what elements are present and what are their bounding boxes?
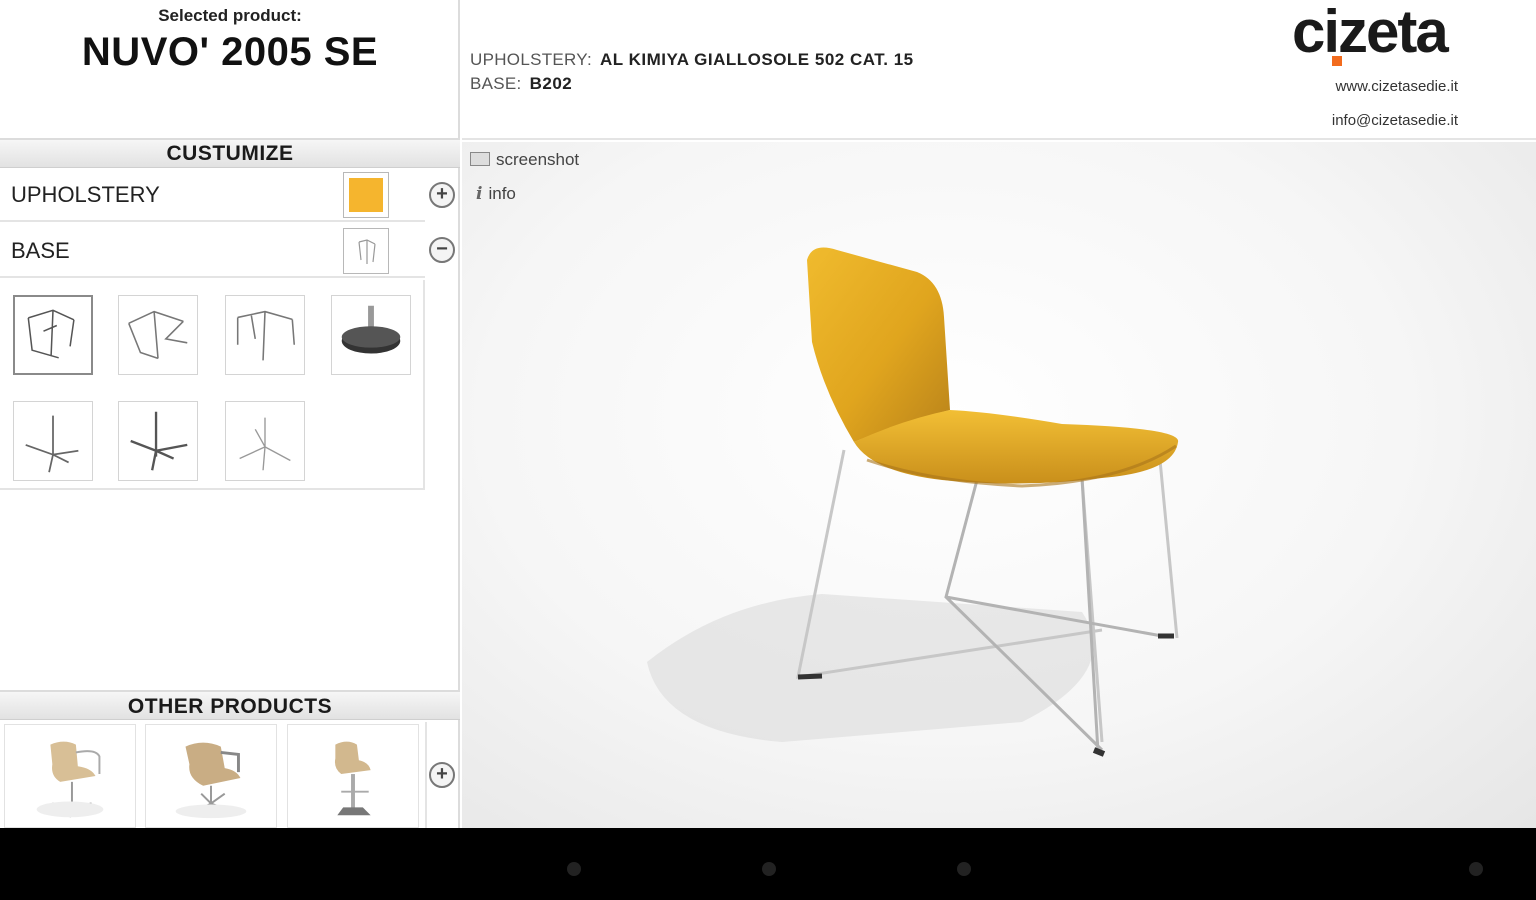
base-spec-key: BASE: xyxy=(470,74,522,93)
customize-header: CUSTUMIZE xyxy=(0,140,460,168)
base-variant-grid xyxy=(0,280,425,490)
armchair-swivel-icon[interactable] xyxy=(4,724,136,828)
sled-base-angled-icon[interactable] xyxy=(118,295,198,375)
selected-product-label: Selected product: xyxy=(158,6,302,25)
cizeta-logo: cizeta xyxy=(1292,0,1451,66)
other-products-header: OTHER PRODUCTS xyxy=(0,690,460,720)
four-leg-base-icon[interactable] xyxy=(225,295,305,375)
info-label: info xyxy=(488,184,516,203)
base-collapse-button[interactable]: − xyxy=(429,237,455,263)
info-icon: i xyxy=(476,184,483,204)
star-base-icon[interactable] xyxy=(13,401,93,481)
home-nav-icon[interactable] xyxy=(762,862,776,876)
upholstery-spec-key: UPHOLSTERY: xyxy=(470,50,593,69)
email-link[interactable]: info@cizetasedie.it xyxy=(1332,112,1458,129)
base-spec: BASE: B202 xyxy=(470,74,572,94)
upholstery-spec-value: AL KIMIYA GIALLOSOLE 502 CAT. 15 xyxy=(600,50,914,69)
back-nav-icon[interactable] xyxy=(567,862,581,876)
pedestal-disc-base-icon[interactable] xyxy=(331,295,411,375)
upholstery-spec: UPHOLSTERY: AL KIMIYA GIALLOSOLE 502 CAT.… xyxy=(470,50,914,70)
upholstery-swatch[interactable] xyxy=(343,172,389,218)
screenshot-label: screenshot xyxy=(496,150,580,169)
website-link[interactable]: www.cizetasedie.it xyxy=(1335,78,1458,95)
tripod-star-base-icon[interactable] xyxy=(225,401,305,481)
other-products-more-button[interactable]: + xyxy=(429,762,455,788)
base-label: BASE xyxy=(11,238,70,263)
upholstery-expand-button[interactable]: + xyxy=(429,182,455,208)
configurator-panel: Selected product: NUVO' 2005 SE CUSTUMIZ… xyxy=(0,0,460,828)
upholstery-color-fill xyxy=(349,178,383,212)
bar-stool-icon[interactable] xyxy=(287,724,419,828)
system-navigation-bar xyxy=(0,828,1536,900)
product-header: Selected product: NUVO' 2005 SE xyxy=(0,0,460,140)
upholstery-label: UPHOLSTERY xyxy=(11,182,160,207)
product-3d-viewer[interactable]: screenshot i info xyxy=(462,142,1536,828)
others-divider xyxy=(425,722,427,828)
svg-text:cizeta: cizeta xyxy=(1292,0,1449,65)
star-base-column-icon[interactable] xyxy=(118,401,198,481)
base-swatch-icon xyxy=(358,239,376,264)
option-row-base[interactable]: BASE xyxy=(0,224,425,278)
info-button[interactable]: i info xyxy=(476,184,516,204)
sled-base-icon[interactable] xyxy=(13,295,93,375)
base-spec-value: B202 xyxy=(529,74,573,93)
lounge-chair-swivel-icon[interactable] xyxy=(145,724,277,828)
menu-nav-icon[interactable] xyxy=(1469,862,1483,876)
selection-info-bar: UPHOLSTERY: AL KIMIYA GIALLOSOLE 502 CAT.… xyxy=(462,0,1536,140)
base-swatch[interactable] xyxy=(343,228,389,274)
other-products-row xyxy=(0,722,460,828)
product-name: NUVO' 2005 SE xyxy=(81,30,379,74)
option-row-upholstery[interactable]: UPHOLSTERY xyxy=(0,168,425,222)
recents-nav-icon[interactable] xyxy=(957,862,971,876)
camera-icon xyxy=(470,152,490,166)
screenshot-button[interactable]: screenshot xyxy=(470,150,579,170)
chair-3d-render xyxy=(647,247,1179,757)
